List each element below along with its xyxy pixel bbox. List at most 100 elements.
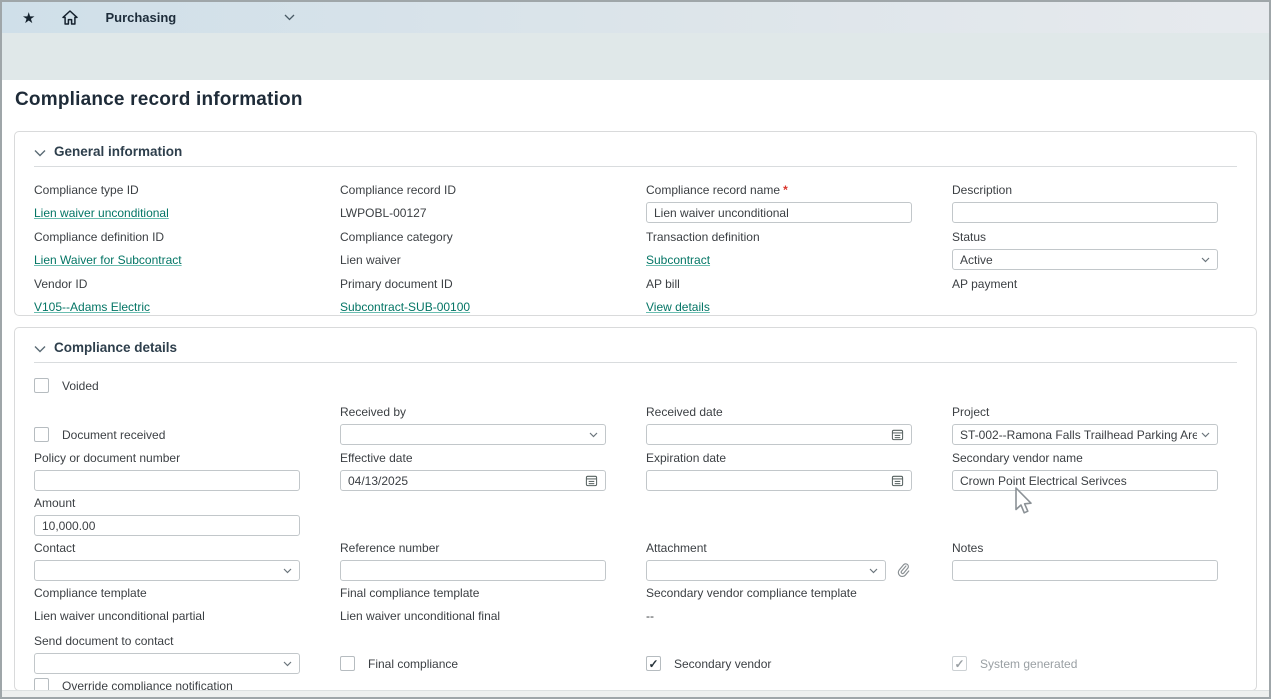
chevron-down-icon xyxy=(283,568,292,574)
reference-number-input[interactable] xyxy=(340,560,606,581)
toolbar-band xyxy=(2,33,1269,80)
section-title: Compliance details xyxy=(54,340,177,355)
field-label: Final compliance template xyxy=(340,586,606,601)
voided-label: Voided xyxy=(62,379,99,393)
field-document-received: Document received xyxy=(34,405,300,445)
compliance-definition-id-link[interactable]: Lien Waiver for Subcontract xyxy=(34,253,182,268)
compliance-record-id-value: LWPOBL-00127 xyxy=(340,206,606,221)
received-date-input[interactable] xyxy=(646,424,912,445)
field-reference-number: Reference number xyxy=(340,541,606,581)
compliance-record-name-input[interactable] xyxy=(646,202,912,223)
compliance-type-id-link[interactable]: Lien waiver unconditional xyxy=(34,206,169,221)
compliance-category-value: Lien waiver xyxy=(340,253,606,268)
project-select[interactable]: ST-002--Ramona Falls Trailhead Parking A… xyxy=(952,424,1218,445)
effective-date-value: 04/13/2025 xyxy=(348,474,408,488)
field-received-date: Received date xyxy=(646,405,912,445)
general-information-section: General information Compliance type ID L… xyxy=(14,131,1257,316)
ap-bill-view-details-link[interactable]: View details xyxy=(646,300,710,315)
app-window: ★ Purchasing Compliance record informati… xyxy=(0,0,1271,699)
field-compliance-definition-id: Compliance definition ID Lien Waiver for… xyxy=(34,230,300,270)
field-label: Received date xyxy=(646,405,912,420)
field-label: Vendor ID xyxy=(34,277,300,292)
amount-input[interactable] xyxy=(34,515,300,536)
field-attachment: Attachment xyxy=(646,541,912,581)
status-select[interactable]: Active xyxy=(952,249,1218,270)
field-label: Transaction definition xyxy=(646,230,912,245)
field-effective-date: Effective date 04/13/2025 xyxy=(340,451,606,491)
field-label: Attachment xyxy=(646,541,912,556)
field-label: Secondary vendor compliance template xyxy=(646,586,912,601)
chevron-down-icon xyxy=(1201,432,1210,438)
field-final-compliance-template: Final compliance template Lien waiver un… xyxy=(340,586,606,624)
field-voided: Voided xyxy=(34,378,300,393)
field-send-document-to-contact: Send document to contact xyxy=(34,634,300,674)
field-contact: Contact xyxy=(34,541,300,581)
system-generated-label: System generated xyxy=(980,657,1077,671)
field-transaction-definition: Transaction definition Subcontract xyxy=(646,230,912,270)
calendar-icon[interactable] xyxy=(891,428,904,441)
field-secondary-vendor-name: Secondary vendor name xyxy=(952,451,1218,491)
compliance-details-section: Compliance details Voided Document recei… xyxy=(14,327,1257,691)
field-amount: Amount xyxy=(34,496,300,536)
field-secondary-vendor-compliance-template: Secondary vendor compliance template -- xyxy=(646,586,912,624)
vendor-id-link[interactable]: V105--Adams Electric xyxy=(34,300,150,315)
field-label: Compliance template xyxy=(34,586,300,601)
field-policy-or-document-number: Policy or document number xyxy=(34,451,300,491)
field-label: Compliance definition ID xyxy=(34,230,300,245)
effective-date-input[interactable]: 04/13/2025 xyxy=(340,470,606,491)
send-document-to-contact-select[interactable] xyxy=(34,653,300,674)
section-title: General information xyxy=(54,144,182,159)
chevron-down-icon xyxy=(869,568,878,574)
final-compliance-checkbox[interactable] xyxy=(340,656,355,671)
field-notes: Notes xyxy=(952,541,1218,581)
field-compliance-record-name: Compliance record name* xyxy=(646,183,912,223)
voided-checkbox[interactable] xyxy=(34,378,49,393)
field-label: Primary document ID xyxy=(340,277,606,292)
favorites-star-icon[interactable]: ★ xyxy=(22,9,35,27)
field-label: Expiration date xyxy=(646,451,912,466)
field-label: Description xyxy=(952,183,1218,198)
document-received-checkbox[interactable] xyxy=(34,427,49,442)
module-selector-label[interactable]: Purchasing xyxy=(105,10,176,25)
field-label: AP bill xyxy=(646,277,912,292)
field-label: AP payment xyxy=(952,277,1218,292)
system-generated-checkbox: ✓ xyxy=(952,656,967,671)
field-received-by: Received by xyxy=(340,405,606,445)
field-expiration-date: Expiration date xyxy=(646,451,912,491)
field-label: Compliance type ID xyxy=(34,183,300,198)
collapse-chevron-icon[interactable] xyxy=(34,345,46,353)
description-input[interactable] xyxy=(952,202,1218,223)
notes-input[interactable] xyxy=(952,560,1218,581)
field-description: Description xyxy=(952,183,1218,223)
secondary-vendor-name-input[interactable] xyxy=(952,470,1218,491)
compliance-details-header[interactable]: Compliance details xyxy=(34,340,1237,355)
chevron-down-icon xyxy=(1201,257,1210,263)
primary-document-id-link[interactable]: Subcontract-SUB-00100 xyxy=(340,300,470,315)
transaction-definition-link[interactable]: Subcontract xyxy=(646,253,710,268)
field-ap-bill: AP bill View details xyxy=(646,277,912,315)
policy-or-document-number-input[interactable] xyxy=(34,470,300,491)
secondary-vendor-checkbox[interactable]: ✓ xyxy=(646,656,661,671)
field-primary-document-id: Primary document ID Subcontract-SUB-0010… xyxy=(340,277,606,315)
section-divider xyxy=(34,166,1237,167)
field-secondary-vendor: ✓ Secondary vendor xyxy=(646,634,912,674)
home-icon[interactable] xyxy=(62,10,78,25)
general-information-header[interactable]: General information xyxy=(34,144,1237,159)
field-label: Project xyxy=(952,405,1218,420)
field-project: Project ST-002--Ramona Falls Trailhead P… xyxy=(952,405,1218,445)
received-by-select[interactable] xyxy=(340,424,606,445)
calendar-icon[interactable] xyxy=(585,474,598,487)
field-label: Effective date xyxy=(340,451,606,466)
expiration-date-input[interactable] xyxy=(646,470,912,491)
compliance-template-value: Lien waiver unconditional partial xyxy=(34,609,300,624)
page-title: Compliance record information xyxy=(15,89,1269,111)
paperclip-icon[interactable] xyxy=(896,562,911,579)
field-label: Contact xyxy=(34,541,300,556)
collapse-chevron-icon[interactable] xyxy=(34,149,46,157)
project-select-value: ST-002--Ramona Falls Trailhead Parking A… xyxy=(960,428,1197,442)
attachment-select[interactable] xyxy=(646,560,886,581)
chevron-down-icon[interactable] xyxy=(284,14,295,21)
contact-select[interactable] xyxy=(34,560,300,581)
calendar-icon[interactable] xyxy=(891,474,904,487)
field-compliance-category: Compliance category Lien waiver xyxy=(340,230,606,270)
